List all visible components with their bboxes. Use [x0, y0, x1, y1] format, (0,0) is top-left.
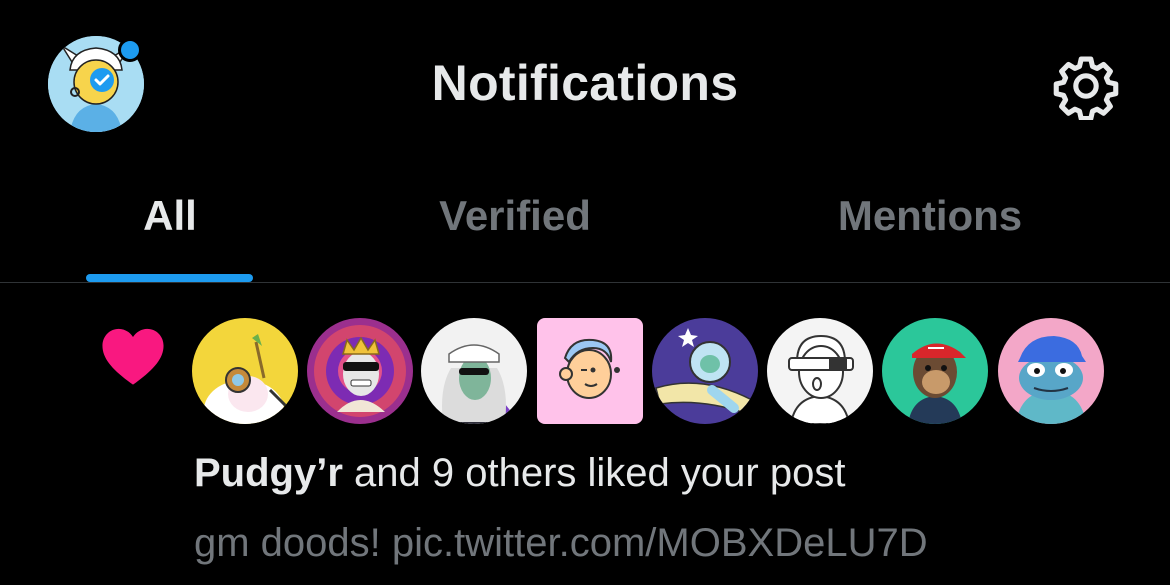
notification-action: and 9 others liked your post — [342, 451, 846, 495]
liker-avatar-penguin[interactable] — [192, 318, 298, 424]
liker-avatar-astronaut[interactable] — [652, 318, 758, 424]
notification-actor[interactable]: Pudgy’r — [194, 451, 343, 495]
tab-all-label: All — [143, 192, 197, 239]
liker-avatar-frog[interactable] — [998, 318, 1104, 424]
tab-verified[interactable]: Verified — [340, 170, 690, 282]
liker-avatar-king[interactable] — [307, 318, 413, 424]
active-tab-indicator — [86, 274, 253, 282]
notification-text: Pudgy’r and 9 others liked your post — [194, 451, 845, 496]
page-title: Notifications — [431, 55, 739, 111]
liker-avatar-doodle[interactable] — [537, 318, 643, 424]
liker-avatar-sketch[interactable] — [767, 318, 873, 424]
notifications-screen: Notifications All Verified Mentions Pudg… — [0, 0, 1170, 585]
header: Notifications — [0, 0, 1170, 170]
tab-verified-label: Verified — [439, 192, 591, 239]
like-notification[interactable]: Pudgy’r and 9 others liked your post gm … — [0, 283, 1170, 585]
tab-all[interactable]: All — [0, 170, 340, 282]
notification-tabs: All Verified Mentions — [0, 170, 1170, 283]
heart-icon — [98, 323, 168, 387]
post-preview[interactable]: gm doods! pic.twitter.com/MOBXDeLU7D — [194, 521, 928, 566]
liker-avatar-cap[interactable] — [421, 318, 527, 424]
liker-avatar-ape[interactable] — [882, 318, 988, 424]
settings-button[interactable] — [1052, 52, 1120, 122]
gear-icon — [1053, 56, 1119, 122]
tab-mentions-label: Mentions — [837, 192, 1023, 239]
tab-mentions[interactable]: Mentions — [690, 170, 1170, 282]
